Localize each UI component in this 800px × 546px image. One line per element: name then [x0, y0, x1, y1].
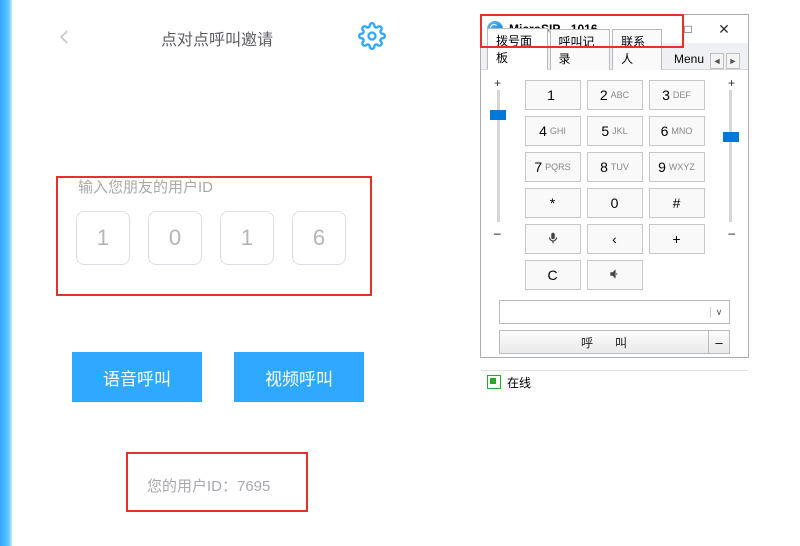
chevron-down-icon: ∨	[710, 307, 727, 318]
close-button[interactable]: ✕	[706, 18, 742, 40]
mic-icon	[546, 231, 560, 248]
key-clear[interactable]: C	[525, 260, 581, 290]
key-mic[interactable]	[525, 224, 581, 254]
call-row: 呼叫 –	[499, 330, 730, 354]
key-3[interactable]: 3DEF	[649, 80, 705, 110]
call-buttons: 语音呼叫 视频呼叫	[72, 352, 364, 402]
tab-arrow-left-icon[interactable]: ◄	[710, 53, 724, 69]
digit-1[interactable]: 1	[76, 211, 130, 265]
tab-dialpad[interactable]: 拨号面板	[487, 28, 548, 70]
vol-right-plus: +	[728, 76, 735, 90]
call-extra-button[interactable]: –	[709, 330, 730, 354]
p2p-card: 点对点呼叫邀请 输入您朋友的用户ID 1 0 1 6 语音呼叫 视频呼叫 您的用…	[12, 0, 422, 546]
number-select[interactable]: ∨	[499, 300, 730, 324]
left-slider-thumb[interactable]	[490, 110, 506, 120]
key-5[interactable]: 5JKL	[587, 116, 643, 146]
tab-menu[interactable]: Menu	[668, 49, 710, 69]
status-online-icon	[487, 375, 501, 389]
speaker-icon	[608, 267, 622, 284]
vol-left-plus: +	[494, 76, 501, 90]
friend-id-digits: 1 0 1 6	[76, 211, 372, 265]
keypad: 1 2ABC 3DEF 4GHI 5JKL 6MNO 7PQRS 8TUV 9W…	[517, 80, 712, 290]
microsip-window: MicroSIP - 1016 — □ ✕ 拨号面板 呼叫记录 联系人 Menu…	[480, 14, 749, 358]
vol-right-minus: –	[728, 226, 735, 240]
key-hash[interactable]: #	[649, 188, 705, 218]
digit-2[interactable]: 0	[148, 211, 202, 265]
key-backspace[interactable]: ‹	[587, 224, 643, 254]
header: 点对点呼叫邀请	[12, 22, 422, 62]
dial-area: + + – – 1 2ABC 3DEF 4GHI 5JKL 6MNO 7PQRS…	[481, 70, 748, 362]
key-1[interactable]: 1	[525, 80, 581, 110]
voice-call-button[interactable]: 语音呼叫	[72, 352, 202, 402]
tab-history[interactable]: 呼叫记录	[550, 29, 611, 70]
digit-4[interactable]: 6	[292, 211, 346, 265]
key-4[interactable]: 4GHI	[525, 116, 581, 146]
key-star[interactable]: *	[525, 188, 581, 218]
tab-contacts[interactable]: 联系人	[612, 29, 662, 70]
key-0[interactable]: 0	[587, 188, 643, 218]
tab-arrow-right-icon[interactable]: ►	[726, 53, 740, 69]
status-bar: 在线	[481, 370, 748, 393]
tab-scroll-arrows[interactable]: ◄ ►	[710, 53, 742, 69]
status-text: 在线	[507, 374, 531, 391]
key-plus[interactable]: +	[649, 224, 705, 254]
friend-id-label: 输入您朋友的用户ID	[78, 176, 372, 197]
back-icon[interactable]	[56, 28, 74, 46]
key-9[interactable]: 9WXYZ	[649, 152, 705, 182]
page-title: 点对点呼叫邀请	[161, 26, 273, 50]
right-slider-thumb[interactable]	[723, 132, 739, 142]
tab-bar: 拨号面板 呼叫记录 联系人 Menu ◄ ►	[481, 43, 748, 70]
my-user-id: 您的用户ID：7695	[147, 475, 270, 496]
digit-3[interactable]: 1	[220, 211, 274, 265]
number-select-row: ∨	[499, 300, 730, 324]
key-8[interactable]: 8TUV	[587, 152, 643, 182]
right-volume-slider[interactable]	[729, 90, 732, 222]
friend-id-area: 输入您朋友的用户ID 1 0 1 6	[72, 176, 372, 265]
key-7[interactable]: 7PQRS	[525, 152, 581, 182]
vol-left-minus: –	[494, 226, 501, 240]
gear-icon[interactable]	[358, 22, 386, 50]
key-2[interactable]: 2ABC	[587, 80, 643, 110]
call-button[interactable]: 呼叫	[499, 330, 709, 354]
key-6[interactable]: 6MNO	[649, 116, 705, 146]
maximize-button[interactable]: □	[670, 18, 706, 40]
video-call-button[interactable]: 视频呼叫	[234, 352, 364, 402]
key-speaker[interactable]	[587, 260, 643, 290]
